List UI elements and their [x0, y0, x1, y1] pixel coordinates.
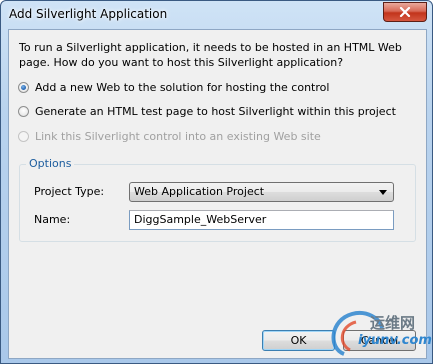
intro-text: To run a Silverlight application, it nee…	[19, 41, 402, 69]
name-input[interactable]: DiggSample_WebServer	[129, 210, 394, 230]
dialog-body: To run a Silverlight application, it nee…	[8, 29, 427, 359]
project-type-label: Project Type:	[34, 185, 105, 198]
ok-label: OK	[290, 334, 307, 347]
option-link-existing-site: Link this Silverlight control into an ex…	[18, 130, 321, 143]
radio-button-checked[interactable]	[18, 82, 29, 93]
option-generate-test-page[interactable]: Generate an HTML test page to host Silve…	[18, 105, 396, 118]
title-bar[interactable]: Add Silverlight Application	[1, 1, 432, 29]
close-icon	[399, 7, 411, 17]
dialog-window: Add Silverlight Application To run a Sil…	[0, 0, 433, 364]
cancel-label: Cancel	[360, 334, 399, 347]
name-label: Name:	[34, 213, 71, 226]
options-groupbox: Options Project Type: Web Application Pr…	[19, 157, 416, 242]
close-button[interactable]	[383, 2, 427, 22]
options-legend: Options	[26, 157, 75, 170]
option-add-new-web[interactable]: Add a new Web to the solution for hostin…	[18, 81, 329, 94]
option-label: Add a new Web to the solution for hostin…	[35, 81, 330, 94]
chevron-down-icon	[379, 190, 387, 195]
radio-button-disabled	[18, 131, 29, 142]
option-label: Generate an HTML test page to host Silve…	[35, 105, 396, 118]
radio-button[interactable]	[18, 106, 29, 117]
cancel-button[interactable]: Cancel	[343, 330, 416, 351]
project-type-dropdown[interactable]: Web Application Project	[129, 182, 394, 202]
project-type-value: Web Application Project	[134, 185, 265, 198]
ok-button[interactable]: OK	[262, 330, 335, 351]
option-label: Link this Silverlight control into an ex…	[35, 130, 321, 143]
window-title: Add Silverlight Application	[9, 7, 168, 21]
